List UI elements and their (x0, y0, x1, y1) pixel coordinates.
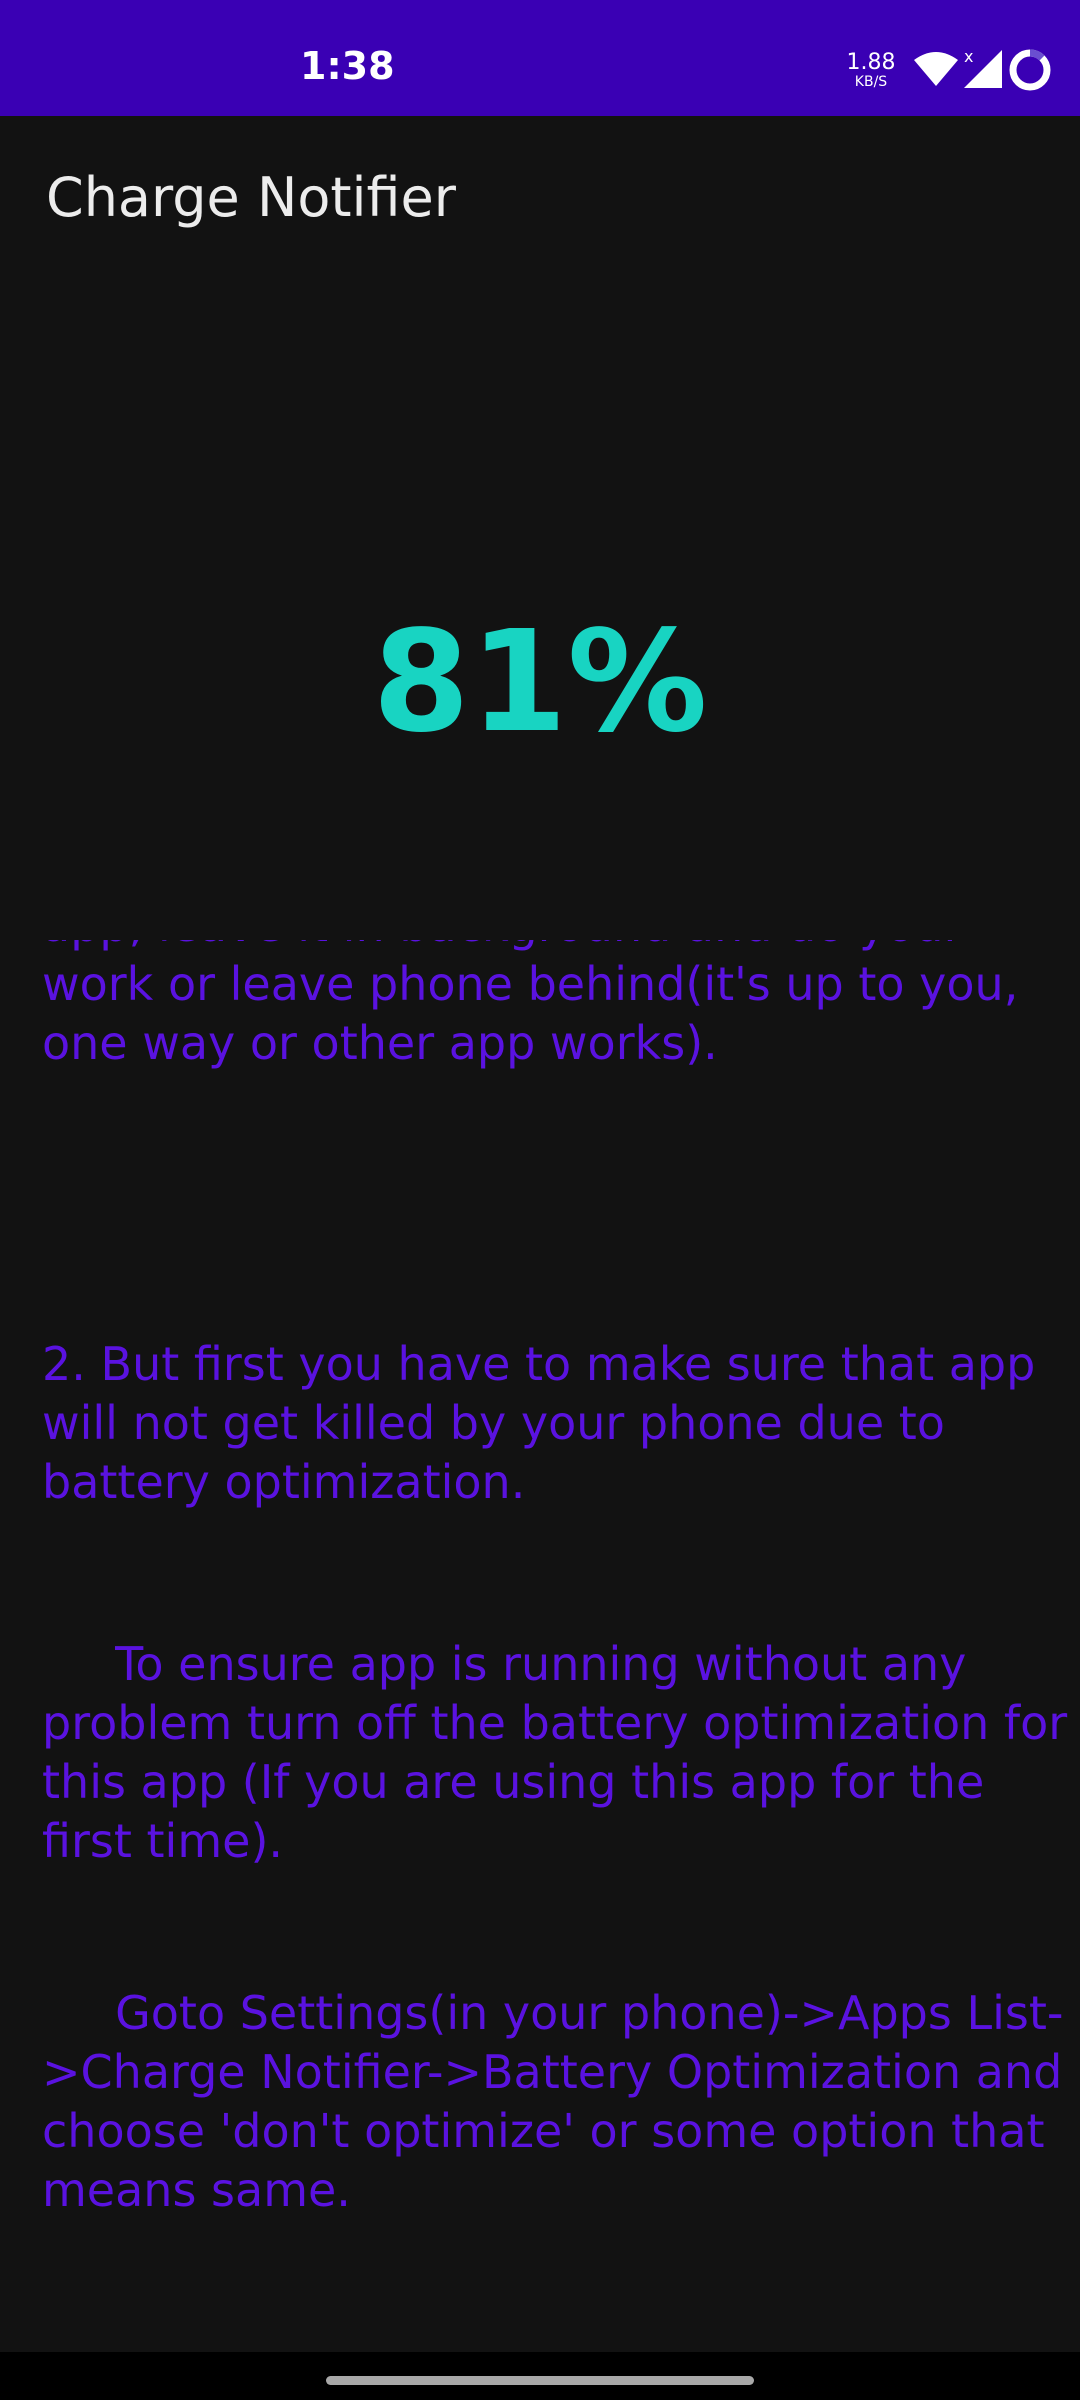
battery-saver-icon (1008, 48, 1052, 97)
wifi-icon (914, 50, 958, 93)
instruction-paragraph: 2. But first you have to make sure that … (42, 1337, 1050, 1509)
svg-text:x: x (964, 48, 973, 66)
instruction-paragraph: app, leave it in background and do your … (42, 940, 1019, 1070)
network-speed-value: 1.88 (846, 50, 896, 75)
status-time: 1:38 (300, 44, 395, 88)
instructions-scroll-area[interactable]: app, leave it in background and do your … (42, 940, 1080, 2340)
instruction-paragraph: To ensure app is running without any pro… (42, 1637, 1068, 1868)
battery-percentage: 81% (372, 601, 708, 764)
instruction-paragraph: Goto Settings(in your phone)->Apps List-… (42, 1986, 1077, 2217)
app-title: Charge Notifier (46, 166, 456, 229)
network-speed-unit: KB/S (854, 74, 888, 90)
home-indicator[interactable] (326, 2376, 754, 2385)
status-bar: 1:38 1.88 KB/S x (0, 0, 1080, 116)
network-speed: 1.88 KB/S (844, 50, 898, 91)
signal-icon: x (962, 47, 1004, 95)
navigation-bar (0, 2352, 1080, 2400)
